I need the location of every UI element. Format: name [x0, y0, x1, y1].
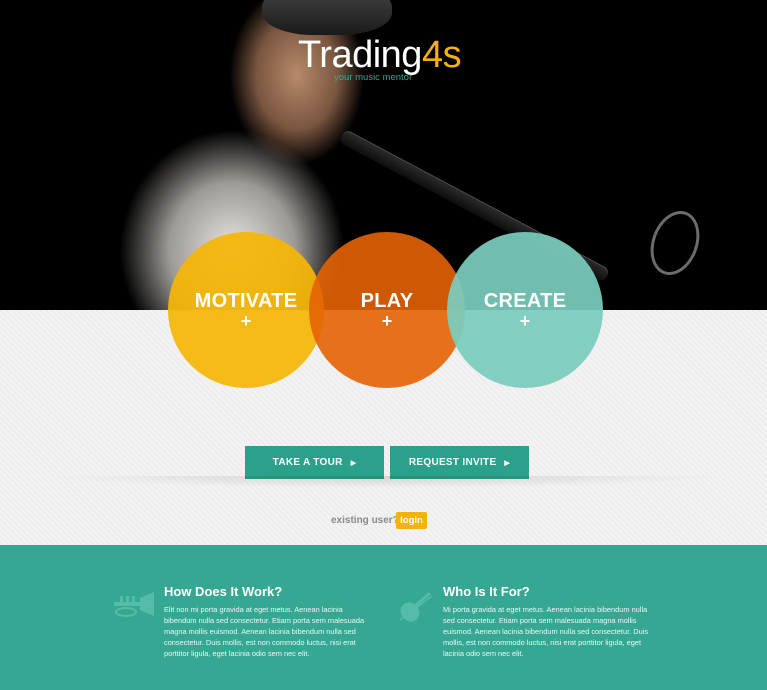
- plus-icon: +: [381, 311, 393, 331]
- login-button[interactable]: login: [396, 512, 427, 529]
- who-is-it-for-title: Who Is It For?: [443, 584, 530, 599]
- how-it-works-body: Elit non mi porta gravida at eget metus.…: [164, 605, 365, 658]
- play-circle[interactable]: PLAY +: [309, 232, 465, 388]
- create-circle[interactable]: CREATE +: [447, 232, 603, 388]
- motivate-circle[interactable]: MOTIVATE +: [168, 232, 324, 388]
- plus-icon: +: [240, 311, 252, 331]
- existing-user-label: existing user?: [331, 515, 399, 526]
- buttons-shadow: [40, 476, 727, 488]
- circle-title-motivate: MOTIVATE: [194, 290, 298, 312]
- plus-icon: +: [519, 311, 531, 331]
- request-invite-label: REQUEST INVITE: [408, 457, 497, 468]
- request-invite-button[interactable]: REQUEST INVITE ▶: [390, 446, 529, 479]
- take-a-tour-button[interactable]: TAKE A TOUR ▶: [245, 446, 384, 479]
- trumpet-icon: [112, 590, 156, 625]
- arrow-right-icon: ▶: [504, 459, 511, 467]
- who-is-it-for-body: Mi porta gravida at eget metus. Aenean l…: [443, 605, 649, 658]
- hat-shape: [262, 0, 392, 35]
- violin-icon: [396, 590, 436, 629]
- brand-name-main: Trading: [298, 34, 422, 76]
- how-it-works-title: How Does It Work?: [164, 584, 283, 599]
- clarinet-bell-shape: [642, 204, 708, 282]
- circle-title-create: CREATE: [483, 290, 567, 312]
- brand-name-accent: 4s: [421, 34, 462, 76]
- brand-logo[interactable]: Trading4s: [298, 34, 462, 77]
- arrow-right-icon: ▶: [350, 459, 357, 467]
- take-a-tour-label: TAKE A TOUR: [272, 457, 343, 468]
- circle-title-play: PLAY: [360, 290, 414, 312]
- brand-tagline: your music mentor: [334, 72, 413, 83]
